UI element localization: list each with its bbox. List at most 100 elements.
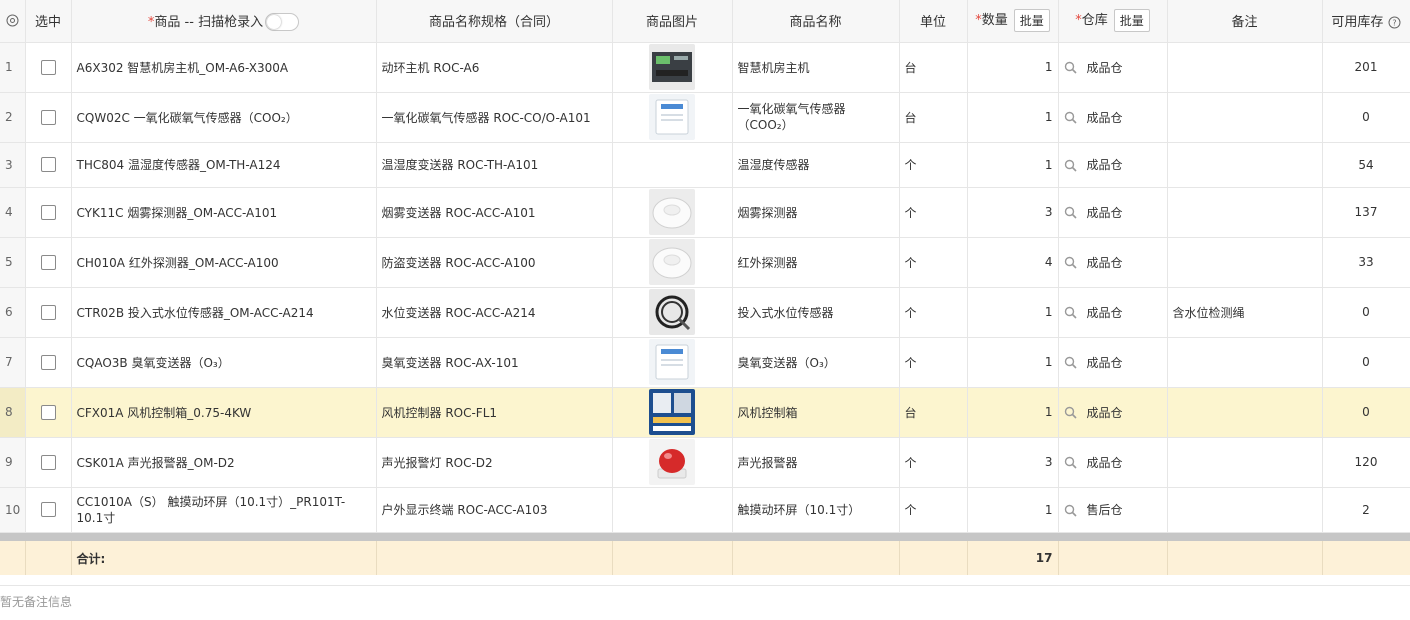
warehouse-cell[interactable]: 成品仓 xyxy=(1058,92,1168,143)
table-row[interactable]: 3 THC804 温湿度传感器_OM-TH-A124 温湿度变送器 ROC-TH-A… xyxy=(0,142,1410,188)
search-icon[interactable] xyxy=(1064,355,1077,369)
product-cell[interactable]: CYK11C 烟雾探测器_OM-ACC-A101 xyxy=(71,187,377,238)
remark-cell[interactable] xyxy=(1167,187,1323,238)
product-image-cell xyxy=(612,387,733,438)
qty-cell[interactable]: 1 xyxy=(967,92,1059,143)
table-row[interactable]: 9 CSK01A 声光报警器_OM-D2 声光报警灯 ROC-D2 声光报警器个 3 成品… xyxy=(0,437,1410,488)
remark-info: 暂无备注信息 xyxy=(0,585,1410,610)
warehouse-cell[interactable]: 成品仓 xyxy=(1058,237,1168,288)
product-cell[interactable]: CQAO3B 臭氧变送器（O₃） xyxy=(71,337,377,388)
product-cell[interactable]: CC1010A（S） 触摸动环屏（10.1寸）_PR101T-10.1寸 xyxy=(71,487,377,533)
warehouse-value: 成品仓 xyxy=(1086,305,1123,320)
remark-cell[interactable] xyxy=(1167,487,1323,533)
row-checkbox[interactable] xyxy=(40,502,56,517)
qty-cell[interactable]: 3 xyxy=(967,187,1059,238)
col-select: 选中 xyxy=(25,0,72,43)
qty-batch-button[interactable]: 批量 xyxy=(1013,9,1050,33)
qty-cell[interactable]: 4 xyxy=(967,237,1059,288)
product-image xyxy=(649,94,695,140)
qty-cell[interactable]: 1 xyxy=(967,337,1059,388)
spec-cell: 臭氧变送器 ROC-AX-101 xyxy=(376,337,613,388)
table-row[interactable]: 4 CYK11C 烟雾探测器_OM-ACC-A101 烟雾变送器 ROC-ACC-A… xyxy=(0,187,1410,238)
name-cell: 触摸动环屏（10.1寸） xyxy=(732,487,900,533)
row-index: 7 xyxy=(0,337,26,388)
warehouse-cell[interactable]: 成品仓 xyxy=(1058,337,1168,388)
remark-cell[interactable] xyxy=(1167,142,1323,188)
warehouse-value: 成品仓 xyxy=(1086,110,1123,125)
table-row[interactable]: 5 CH010A 红外探测器_OM-ACC-A100 防盗变送器 ROC-ACC-A… xyxy=(0,237,1410,288)
stock-cell: 2 xyxy=(1322,487,1410,533)
product-table: 选中 *商品 -- 扫描枪录入 商品名称规格（合同） 商品图片 商品名称 单位 … xyxy=(0,0,1410,533)
row-checkbox[interactable] xyxy=(40,157,56,172)
product-cell[interactable]: THC804 温湿度传感器_OM-TH-A124 xyxy=(71,142,377,188)
qty-cell[interactable]: 1 xyxy=(967,487,1059,533)
search-icon[interactable] xyxy=(1064,110,1077,124)
remark-cell[interactable] xyxy=(1167,92,1323,143)
row-checkbox[interactable] xyxy=(40,404,56,420)
row-checkbox[interactable] xyxy=(40,59,56,75)
product-image-cell xyxy=(612,487,733,533)
search-icon[interactable] xyxy=(1064,305,1077,319)
warehouse-batch-button[interactable]: 批量 xyxy=(1113,9,1150,33)
row-checkbox[interactable] xyxy=(40,109,56,125)
row-checkbox[interactable] xyxy=(40,354,56,370)
spec-cell: 防盗变送器 ROC-ACC-A100 xyxy=(376,237,613,288)
column-settings-button[interactable] xyxy=(0,0,26,43)
search-icon[interactable] xyxy=(1064,205,1077,219)
col-qty: *数量 批量 xyxy=(967,0,1059,43)
row-index: 5 xyxy=(0,237,26,288)
remark-cell[interactable]: 含水位检测绳 xyxy=(1167,287,1323,338)
product-cell[interactable]: CTR02B 投入式水位传感器_OM-ACC-A214 xyxy=(71,287,377,338)
stock-cell: 0 xyxy=(1322,92,1410,143)
qty-cell[interactable]: 1 xyxy=(967,142,1059,188)
warehouse-cell[interactable]: 成品仓 xyxy=(1058,437,1168,488)
product-cell[interactable]: CFX01A 风机控制箱_0.75-4KW xyxy=(71,387,377,438)
warehouse-cell[interactable]: 成品仓 xyxy=(1058,142,1168,188)
search-icon[interactable] xyxy=(1064,60,1077,74)
product-cell[interactable]: CH010A 红外探测器_OM-ACC-A100 xyxy=(71,237,377,288)
scanner-toggle[interactable] xyxy=(265,13,300,31)
warehouse-value: 成品仓 xyxy=(1086,158,1123,172)
remark-cell[interactable] xyxy=(1167,437,1323,488)
warehouse-cell[interactable]: 成品仓 xyxy=(1058,387,1168,438)
row-checkbox[interactable] xyxy=(40,454,56,470)
col-image: 商品图片 xyxy=(612,0,733,43)
search-icon[interactable] xyxy=(1064,405,1077,419)
search-icon[interactable] xyxy=(1064,503,1077,517)
product-cell[interactable]: CSK01A 声光报警器_OM-D2 xyxy=(71,437,377,488)
search-icon[interactable] xyxy=(1064,255,1077,269)
unit-cell: 个 xyxy=(899,287,968,338)
remark-cell[interactable] xyxy=(1167,337,1323,388)
table-row[interactable]: 7 CQAO3B 臭氧变送器（O₃） 臭氧变送器 ROC-AX-101 臭氧变送器（O… xyxy=(0,337,1410,388)
col-stock: 可用库存 ? xyxy=(1322,0,1410,43)
product-cell[interactable]: A6X302 智慧机房主机_OM-A6-X300A xyxy=(71,42,377,93)
qty-cell[interactable]: 1 xyxy=(967,287,1059,338)
horizontal-scrollbar[interactable] xyxy=(0,533,1410,541)
table-row[interactable]: 6 CTR02B 投入式水位传感器_OM-ACC-A214 水位变送器 ROC-AC… xyxy=(0,287,1410,338)
remark-cell[interactable] xyxy=(1167,387,1323,438)
qty-cell[interactable]: 3 xyxy=(967,437,1059,488)
remark-cell[interactable] xyxy=(1167,237,1323,288)
warehouse-cell[interactable]: 成品仓 xyxy=(1058,187,1168,238)
table-row[interactable]: 2 CQW02C 一氧化碳氧气传感器（COO₂） 一氧化碳氧气传感器 ROC-CO/… xyxy=(0,92,1410,143)
row-checkbox[interactable] xyxy=(40,304,56,320)
product-cell[interactable]: CQW02C 一氧化碳氧气传感器（COO₂） xyxy=(71,92,377,143)
qty-cell[interactable]: 1 xyxy=(967,387,1059,438)
warehouse-cell[interactable]: 成品仓 xyxy=(1058,42,1168,93)
qty-cell[interactable]: 1 xyxy=(967,42,1059,93)
row-checkbox[interactable] xyxy=(40,204,56,220)
product-image-cell xyxy=(612,287,733,338)
warehouse-cell[interactable]: 售后仓 xyxy=(1058,487,1168,533)
col-spec: 商品名称规格（合同） xyxy=(376,0,613,43)
remark-cell[interactable] xyxy=(1167,42,1323,93)
stock-cell: 120 xyxy=(1322,437,1410,488)
search-icon[interactable] xyxy=(1064,158,1077,172)
warehouse-cell[interactable]: 成品仓 xyxy=(1058,287,1168,338)
table-row[interactable]: 8 CFX01A 风机控制箱_0.75-4KW 风机控制器 ROC-FL1 风机控制箱… xyxy=(0,387,1410,438)
help-icon[interactable]: ? xyxy=(1388,15,1401,30)
gear-icon xyxy=(6,13,19,28)
search-icon[interactable] xyxy=(1064,455,1077,469)
row-checkbox[interactable] xyxy=(40,254,56,270)
table-row[interactable]: 1 A6X302 智慧机房主机_OM-A6-X300A 动环主机 ROC-A6 智慧机… xyxy=(0,42,1410,93)
table-row[interactable]: 10 CC1010A（S） 触摸动环屏（10.1寸）_PR101T-10.1寸 户外… xyxy=(0,487,1410,533)
